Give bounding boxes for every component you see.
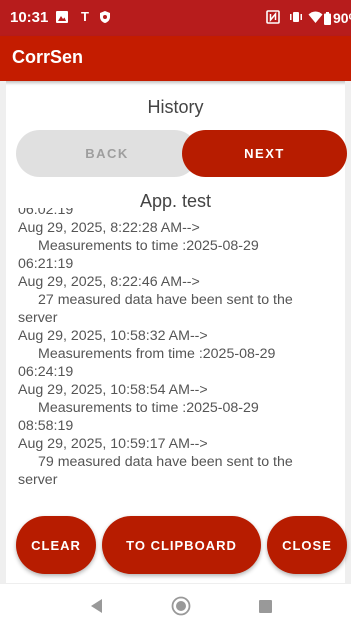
- system-nav-bar: [0, 583, 351, 628]
- status-bar: 10:31 T 90%: [0, 0, 351, 36]
- log-line: 06:21:19: [18, 256, 74, 272]
- app-title: CorrSen: [12, 47, 84, 67]
- tmobile-icon: T: [81, 9, 89, 24]
- log-line: Measurements from time :2025-08-29: [38, 346, 276, 362]
- clear-button[interactable]: CLEAR: [16, 516, 96, 574]
- nfc-icon: [266, 10, 280, 24]
- back-triangle-icon[interactable]: [89, 598, 105, 614]
- status-time: 10:31: [10, 9, 49, 26]
- battery-icon: [324, 12, 331, 25]
- home-circle-icon[interactable]: [171, 596, 191, 616]
- history-title: History: [147, 97, 204, 117]
- back-button[interactable]: BACK: [16, 130, 198, 177]
- app-screen: 10:31 T 90% CorrSen: [0, 0, 351, 628]
- log-line: Aug 29, 2025, 10:58:32 AM-->: [18, 328, 208, 344]
- log-line: Aug 29, 2025, 10:59:17 AM-->: [18, 436, 208, 452]
- log-line: 79 measured data have been sent to the: [38, 454, 293, 470]
- log-line: Aug 29, 2025, 8:22:46 AM-->: [18, 274, 200, 290]
- log-text-area[interactable]: 06:02:19 Aug 29, 2025, 8:22:28 AM--> Measu…: [18, 208, 338, 500]
- log-line: Measurements to time :2025-08-29: [38, 400, 259, 416]
- battery-percent: 90%: [333, 10, 351, 26]
- log-line: Aug 29, 2025, 8:22:28 AM-->: [18, 220, 200, 236]
- shield-icon: [100, 11, 110, 23]
- log-content: 06:02:19 Aug 29, 2025, 8:22:28 AM--> Measu…: [18, 208, 338, 489]
- log-line: server: [18, 310, 58, 326]
- close-button[interactable]: CLOSE: [267, 516, 347, 574]
- app-bar: CorrSen: [0, 36, 351, 81]
- photo-icon: [56, 11, 68, 23]
- wifi-icon: [308, 11, 323, 23]
- log-line: 06:24:19: [18, 364, 74, 380]
- log-line: Aug 29, 2025, 10:58:54 AM-->: [18, 382, 208, 398]
- vibrate-icon: [290, 12, 302, 22]
- log-line: 06:02:19: [18, 208, 74, 218]
- log-line: server: [18, 472, 58, 488]
- log-line: Measurements to time :2025-08-29: [38, 238, 259, 254]
- left-edge: [0, 81, 6, 583]
- log-line: 08:58:19: [18, 418, 74, 434]
- to-clipboard-button[interactable]: TO CLIPBOARD: [102, 516, 261, 574]
- next-button[interactable]: NEXT: [182, 130, 347, 177]
- recents-square-icon[interactable]: [259, 600, 272, 613]
- log-line: 27 measured data have been sent to the: [38, 292, 293, 308]
